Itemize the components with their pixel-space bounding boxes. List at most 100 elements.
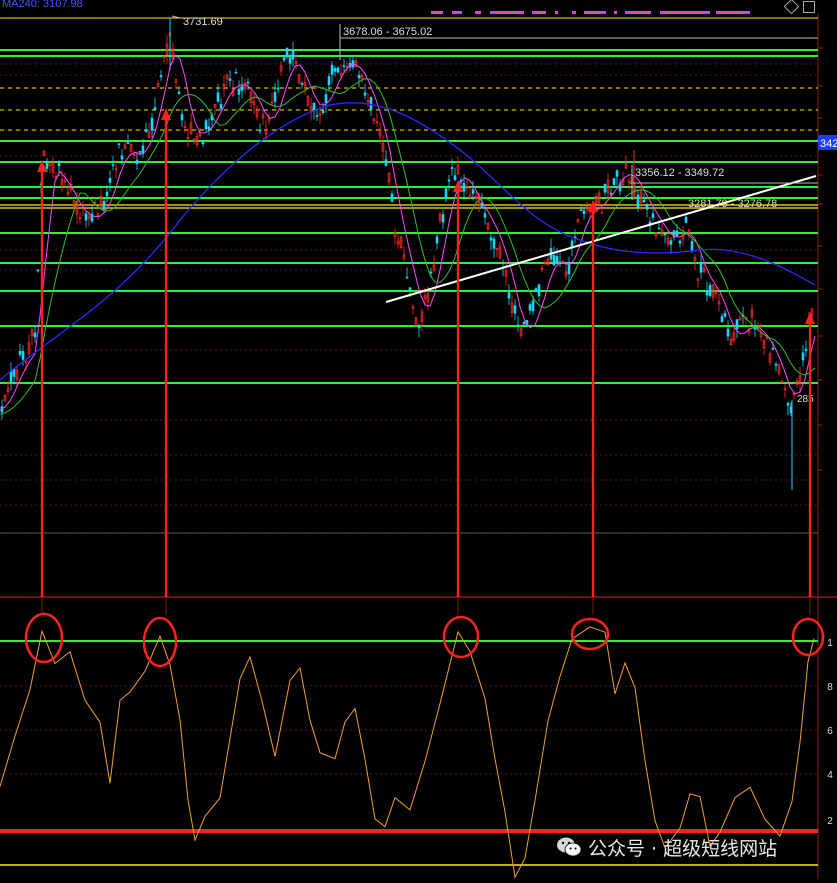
candle-body-157 (471, 189, 475, 194)
candle-body-242 (726, 328, 730, 337)
candle-body-151 (453, 175, 457, 181)
candle-body-94 (282, 57, 286, 61)
stock-chart[interactable]: 3731.69 3678.06 - 3675.02 3356.12 - 3349.7… (0, 0, 837, 879)
candle-body-268 (804, 348, 808, 351)
candle-body-7 (21, 351, 25, 360)
candle-body-233 (699, 263, 703, 273)
candle-body-179 (537, 284, 541, 297)
candle-body-241 (723, 313, 727, 317)
toolbar-indicator-12 (716, 11, 750, 14)
candle-body-226 (678, 240, 682, 244)
candle-body-92 (276, 87, 280, 90)
candle-body-228 (684, 216, 688, 223)
toolbar-indicator-6 (555, 11, 558, 14)
maximize-icon[interactable] (803, 1, 815, 13)
candle-body-36 (108, 177, 112, 183)
candle-body-149 (447, 179, 451, 182)
candle-body-267 (801, 352, 805, 361)
watermark-text: 公众号 · 超级短线网站 (588, 837, 778, 860)
candle-body-177 (531, 300, 535, 312)
candle-body-147 (441, 214, 445, 223)
candle-body-119 (357, 74, 361, 79)
candle-body-104 (312, 102, 316, 112)
candle-body-96 (288, 57, 292, 64)
candle-body-193 (579, 209, 583, 211)
candle-body-121 (363, 92, 367, 96)
candle-body-178 (534, 288, 538, 291)
candle-body-185 (555, 256, 559, 263)
candle-body-148 (444, 188, 448, 199)
range1-label: 3678.06 - 3675.02 (343, 26, 432, 38)
candle-body-221 (663, 233, 667, 236)
candle-body-143 (429, 271, 433, 274)
candle-body-51 (153, 107, 157, 110)
candle-body-108 (324, 94, 328, 104)
toolbar-indicator-2 (452, 11, 462, 14)
candle-body-161 (483, 213, 487, 218)
candle-body-109 (327, 76, 331, 86)
toolbar-indicator-10 (625, 11, 651, 14)
candle-body-76 (228, 78, 232, 81)
candle-body-130 (390, 193, 394, 202)
candle-body-171 (513, 305, 517, 314)
candle-body-111 (333, 67, 337, 72)
candle-body-225 (675, 230, 679, 237)
candle-body-236 (708, 285, 712, 296)
toolbar-indicator-1 (431, 11, 443, 14)
candle-body-235 (705, 291, 709, 296)
candle-body-251 (753, 328, 757, 330)
candle-body-19 (57, 162, 61, 167)
candle-body-169 (507, 292, 511, 299)
candle-body-95 (285, 47, 289, 58)
signal-circle-0 (24, 612, 64, 664)
candle-body-53 (159, 75, 163, 78)
range3-label: 3281.79 - 3276.78 (688, 198, 777, 210)
candle-body-69 (207, 126, 211, 130)
osc-axis-tick-0: 1 (827, 638, 833, 649)
candle-body-262 (786, 403, 790, 406)
candle-body-128 (384, 159, 388, 166)
candle-body-164 (492, 238, 496, 249)
candle-body-40 (120, 155, 124, 160)
price-tag-text: 342 (820, 138, 837, 150)
candle-body-240 (720, 316, 724, 323)
candle-body-42 (126, 140, 130, 144)
watermark: 公众号 · 超级短线网站 (556, 832, 777, 862)
candle-body-160 (480, 202, 484, 209)
candle-body-6 (18, 350, 22, 355)
candle-body-136 (408, 287, 412, 291)
candle-body-46 (138, 151, 142, 153)
candle-body-11 (33, 332, 37, 338)
candle-body-82 (246, 81, 250, 84)
candle-body-78 (234, 71, 238, 74)
candle-body-80 (240, 85, 244, 91)
signal-circle-3 (570, 617, 610, 651)
candle-body-35 (105, 191, 109, 197)
candle-body-34 (102, 201, 106, 210)
toolbar-indicator-8 (584, 11, 606, 14)
candle-body-28 (84, 213, 88, 221)
range2-label: 3356.12 - 3349.72 (635, 167, 724, 179)
toolbar-indicator-3 (475, 11, 481, 14)
osc-axis-tick-1: 8 (827, 682, 833, 693)
candle-body-37 (111, 164, 115, 166)
candle-body-204 (612, 178, 616, 185)
toolbar-indicator-7 (572, 11, 576, 14)
candle-body-59 (177, 91, 181, 94)
candle-body-215 (645, 203, 649, 210)
candle-body-219 (657, 227, 661, 230)
candle-body-117 (351, 60, 355, 68)
candle-body-97 (291, 49, 295, 60)
candle-body-91 (273, 92, 277, 102)
candle-body-68 (204, 120, 208, 130)
candle-body-107 (321, 110, 325, 113)
candle-body-258 (774, 363, 778, 366)
candle-body-205 (615, 170, 619, 177)
candle-body-194 (582, 210, 586, 215)
candle-body-201 (603, 184, 607, 193)
low-price-label: 285 (797, 394, 814, 405)
candle-body-212 (636, 194, 640, 208)
candle-body-145 (435, 236, 439, 244)
toolbar-indicator-4 (490, 11, 524, 14)
candle-body-114 (342, 65, 346, 67)
